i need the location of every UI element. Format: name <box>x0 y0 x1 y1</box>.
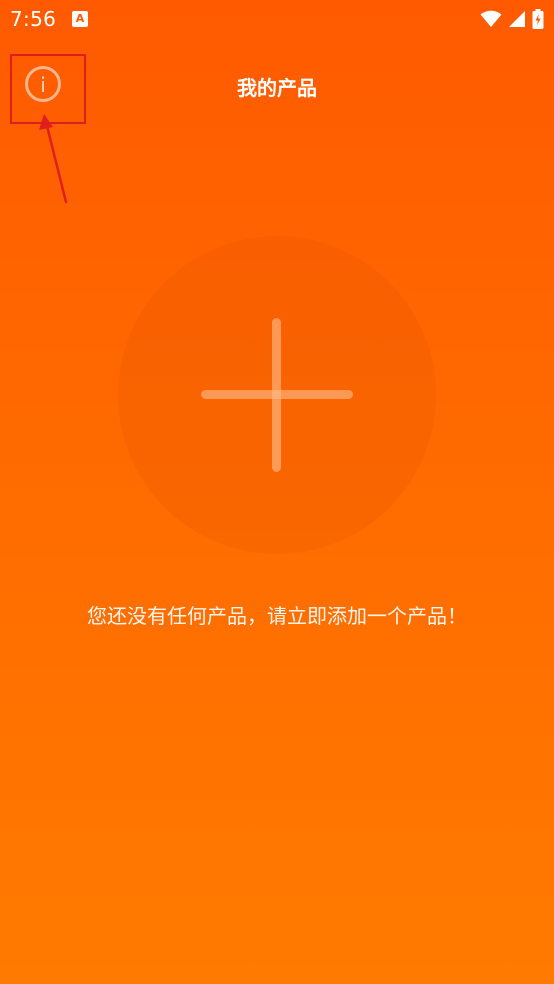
status-time: 7:56 <box>10 7 57 31</box>
empty-state-message: 您还没有任何产品，请立即添加一个产品！ <box>87 604 467 628</box>
status-bar: 7:56 A <box>0 0 554 38</box>
signal-icon <box>509 11 525 27</box>
battery-charging-icon <box>532 9 544 29</box>
page-title: 我的产品 <box>237 76 317 100</box>
add-product-button[interactable] <box>118 236 436 554</box>
status-icons <box>480 8 544 30</box>
wifi-icon <box>480 10 502 27</box>
plus-icon <box>198 316 356 474</box>
annotation-arrow-icon <box>39 114 68 204</box>
app-notification-icon: A <box>72 11 88 27</box>
